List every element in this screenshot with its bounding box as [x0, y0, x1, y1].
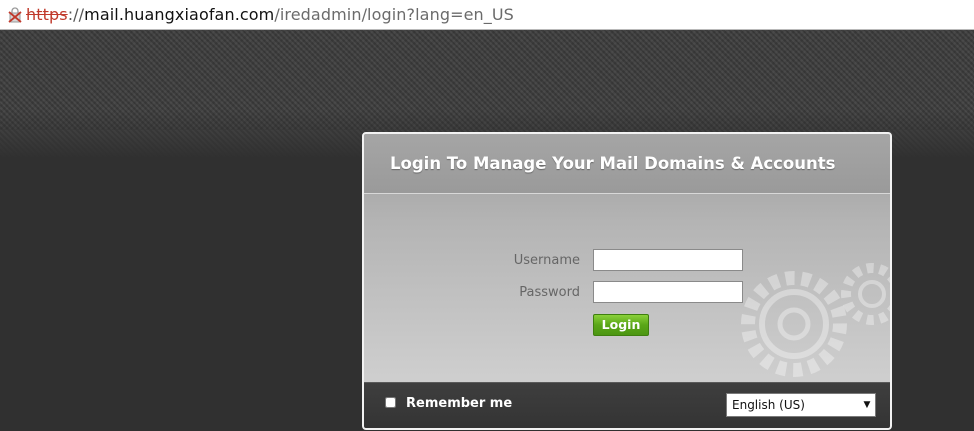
- panel-footer: Remember me English (US) ▼: [364, 382, 890, 428]
- username-input[interactable]: [593, 249, 743, 271]
- url-text[interactable]: https://mail.huangxiaofan.com/iredadmin/…: [26, 5, 514, 24]
- panel-header: Login To Manage Your Mail Domains & Acco…: [364, 134, 890, 194]
- address-bar[interactable]: https://mail.huangxiaofan.com/iredadmin/…: [0, 0, 974, 30]
- username-label: Username: [513, 253, 580, 268]
- remember-me-label[interactable]: Remember me: [406, 396, 512, 411]
- gear-decoration-icon: [741, 263, 890, 377]
- url-host: mail.huangxiaofan.com: [84, 5, 275, 24]
- login-panel: Login To Manage Your Mail Domains & Acco…: [362, 132, 892, 430]
- password-row: Password: [364, 281, 890, 305]
- username-row: Username: [364, 249, 890, 273]
- language-select[interactable]: English (US) ▼: [726, 393, 876, 417]
- dropdown-arrow-icon: ▼: [863, 400, 871, 410]
- remember-me-checkbox[interactable]: [385, 397, 396, 408]
- url-scheme: https: [26, 5, 68, 24]
- broken-lock-icon[interactable]: [8, 6, 22, 23]
- url-separator: ://: [67, 5, 85, 24]
- panel-title: Login To Manage Your Mail Domains & Acco…: [390, 154, 836, 173]
- url-path: /iredadmin/login?lang=en_US: [274, 5, 514, 24]
- language-selected-value: English (US): [732, 398, 805, 412]
- password-label: Password: [519, 285, 580, 300]
- login-button[interactable]: Login: [593, 314, 649, 336]
- password-input[interactable]: [593, 281, 743, 303]
